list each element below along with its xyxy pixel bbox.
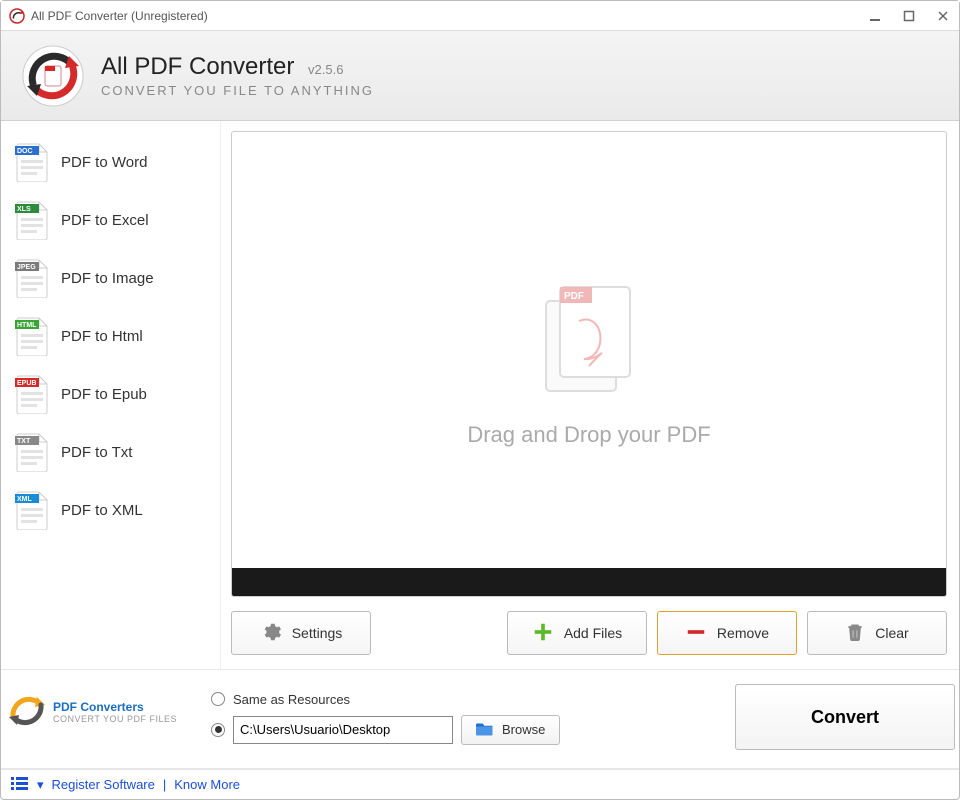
epub-file-icon: EPUB xyxy=(15,374,51,414)
svg-text:XLS: XLS xyxy=(17,206,31,213)
app-tagline: Convert You file to anything xyxy=(101,83,374,98)
settings-button[interactable]: Settings xyxy=(231,611,371,655)
chevron-down-icon[interactable]: ▾ xyxy=(37,777,44,793)
plus-icon xyxy=(532,621,554,646)
jpeg-file-icon: JPEG xyxy=(15,258,51,298)
window-controls xyxy=(867,8,951,24)
sidebar: DOC PDF to Word XLS PDF to Excel JPEG PDF to … xyxy=(1,121,221,669)
dropzone[interactable]: PDF Drag and Drop your PDF xyxy=(231,131,947,597)
window-title: All PDF Converter (Unregistered) xyxy=(31,9,867,23)
body: DOC PDF to Word XLS PDF to Excel JPEG PDF to … xyxy=(1,121,959,669)
browse-button[interactable]: Browse xyxy=(461,715,560,745)
add-files-label: Add Files xyxy=(564,625,622,641)
svg-text:EPUB: EPUB xyxy=(17,380,36,387)
brand-name: PDF Converters xyxy=(53,700,177,714)
sidebar-item-label: PDF to Txt xyxy=(61,444,132,461)
pdf-stack-icon: PDF xyxy=(534,281,644,404)
browse-label: Browse xyxy=(502,722,545,737)
remove-label: Remove xyxy=(717,625,769,641)
remove-button[interactable]: Remove xyxy=(657,611,797,655)
brand-block: PDF Converters CONVERT YOU PDF FILES xyxy=(1,691,211,734)
separator: | xyxy=(163,777,166,792)
app-logo-icon xyxy=(21,44,85,108)
register-software-link[interactable]: Register Software xyxy=(52,777,155,792)
app-version: v2.5.6 xyxy=(308,62,343,77)
add-files-button[interactable]: Add Files xyxy=(507,611,647,655)
sidebar-item-epub[interactable]: EPUB PDF to Epub xyxy=(9,365,212,423)
output-controls: Same as Resources Browse xyxy=(211,680,717,745)
doc-file-icon: DOC xyxy=(15,142,51,182)
xml-file-icon: XML xyxy=(15,490,51,530)
xls-file-icon: XLS xyxy=(15,200,51,240)
maximize-button[interactable] xyxy=(901,8,917,24)
settings-button-label: Settings xyxy=(292,625,343,641)
minimize-button[interactable] xyxy=(867,8,883,24)
trash-icon xyxy=(845,621,865,646)
convert-button[interactable]: Convert xyxy=(735,684,955,750)
action-toolbar: Settings Add Files Remove xyxy=(231,611,947,655)
same-as-resources-label: Same as Resources xyxy=(233,692,350,707)
output-path-input[interactable] xyxy=(233,716,453,744)
txt-file-icon: TXT xyxy=(15,432,51,472)
radio-checked-icon xyxy=(211,723,225,737)
dropzone-hint: Drag and Drop your PDF xyxy=(467,422,710,448)
svg-text:PDF: PDF xyxy=(564,291,584,302)
sidebar-item-label: PDF to Html xyxy=(61,328,143,345)
sidebar-item-label: PDF to XML xyxy=(61,502,143,519)
close-button[interactable] xyxy=(935,8,951,24)
know-more-link[interactable]: Know More xyxy=(174,777,240,792)
custom-path-option[interactable]: Browse xyxy=(211,715,717,745)
titlebar: All PDF Converter (Unregistered) xyxy=(1,1,959,31)
dropzone-footer-bar xyxy=(232,568,946,596)
header-text: All PDF Converter v2.5.6 Convert You fil… xyxy=(101,53,374,98)
svg-text:TXT: TXT xyxy=(17,438,31,445)
html-file-icon: HTML xyxy=(15,316,51,356)
svg-text:JPEG: JPEG xyxy=(17,264,36,271)
svg-text:DOC: DOC xyxy=(17,148,33,155)
app-window: All PDF Converter (Unregistered) All PDF… xyxy=(0,0,960,800)
brand-icon xyxy=(7,691,47,734)
output-row: PDF Converters CONVERT YOU PDF FILES Sam… xyxy=(1,669,959,769)
minus-icon xyxy=(685,621,707,646)
sidebar-item-txt[interactable]: TXT PDF to Txt xyxy=(9,423,212,481)
sidebar-item-xls[interactable]: XLS PDF to Excel xyxy=(9,191,212,249)
gear-icon xyxy=(260,621,282,646)
sidebar-item-label: PDF to Word xyxy=(61,154,147,171)
sidebar-item-label: PDF to Excel xyxy=(61,212,149,229)
sidebar-item-doc[interactable]: DOC PDF to Word xyxy=(9,133,212,191)
sidebar-item-label: PDF to Image xyxy=(61,270,154,287)
svg-text:XML: XML xyxy=(17,496,33,503)
clear-button[interactable]: Clear xyxy=(807,611,947,655)
sidebar-item-xml[interactable]: XML PDF to XML xyxy=(9,481,212,539)
list-icon xyxy=(11,776,29,793)
sidebar-item-label: PDF to Epub xyxy=(61,386,147,403)
clear-label: Clear xyxy=(875,625,908,641)
statusbar: ▾ Register Software | Know More xyxy=(1,769,959,799)
svg-text:HTML: HTML xyxy=(17,322,37,329)
main-area: PDF Drag and Drop your PDF Settings xyxy=(221,121,959,669)
sidebar-item-html[interactable]: HTML PDF to Html xyxy=(9,307,212,365)
same-as-resources-option[interactable]: Same as Resources xyxy=(211,692,717,707)
app-icon-small xyxy=(9,8,25,24)
folder-icon xyxy=(476,720,494,739)
radio-icon xyxy=(211,692,225,706)
app-header: All PDF Converter v2.5.6 Convert You fil… xyxy=(1,31,959,121)
brand-tagline: CONVERT YOU PDF FILES xyxy=(53,714,177,724)
app-name: All PDF Converter xyxy=(101,53,294,81)
sidebar-item-jpeg[interactable]: JPEG PDF to Image xyxy=(9,249,212,307)
